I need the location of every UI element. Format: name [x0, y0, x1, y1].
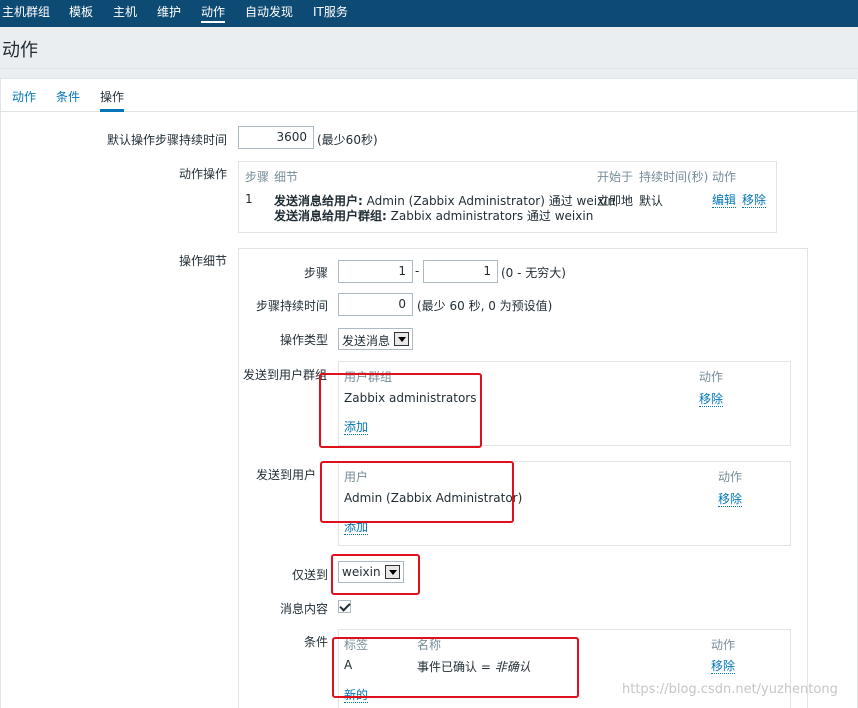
- ops-header-duration: 持续时间(秒): [639, 170, 709, 184]
- step-from-input[interactable]: 1: [338, 260, 413, 283]
- ops-header-start: 开始于: [597, 170, 634, 184]
- nav-maintenance[interactable]: 维护: [157, 4, 181, 20]
- tab-operations[interactable]: 操作: [100, 88, 125, 112]
- ops-row-detail-2: 发送消息给用户群组: Zabbix administrators 通过 weix…: [274, 207, 593, 224]
- ops-header-action: 动作: [712, 170, 737, 184]
- nav-host-groups[interactable]: 主机群组: [2, 4, 50, 20]
- ops-row-duration: 默认: [639, 194, 664, 208]
- tab-action[interactable]: 动作: [12, 88, 36, 105]
- ops-detail-2-label: 发送消息给用户群组:: [274, 209, 387, 223]
- send-only-to-label: 仅送到: [292, 568, 329, 582]
- operation-details-label: 操作细节: [179, 254, 228, 268]
- step-separator: -: [415, 264, 420, 278]
- ops-edit-link[interactable]: 编辑: [712, 193, 737, 208]
- nav-discovery[interactable]: 自动发现: [245, 4, 293, 20]
- ops-header-detail: 细节: [274, 170, 299, 184]
- message-content-checkbox[interactable]: [338, 600, 351, 613]
- group-remove-link[interactable]: 移除: [699, 392, 724, 407]
- tab-bar: 动作 条件 操作: [1, 79, 858, 112]
- users-header-action: 动作: [718, 470, 743, 484]
- highlight-conditions: [332, 637, 579, 698]
- step-duration-input[interactable]: 0: [338, 293, 413, 316]
- user-remove-link[interactable]: 移除: [718, 492, 743, 507]
- ops-row-step: 1: [245, 192, 253, 206]
- highlight-send-only: [331, 554, 420, 595]
- step-duration-hint: (最少 60 秒, 0 为预设值): [417, 299, 553, 313]
- nav-actions[interactable]: 动作: [201, 4, 226, 23]
- operation-type-select[interactable]: 发送消息: [338, 328, 413, 350]
- operations-table: 步骤 细节 开始于 持续时间(秒) 动作 1 发送消息给用户: Admin (Z…: [238, 161, 777, 233]
- ops-row-start: 立即地: [597, 194, 634, 208]
- cond-remove-link[interactable]: 移除: [711, 659, 736, 674]
- message-content-label: 消息内容: [280, 602, 329, 616]
- conditions-label: 条件: [304, 635, 329, 649]
- highlight-groups: [319, 373, 482, 448]
- highlight-users: [320, 461, 514, 523]
- page-title: 动作: [2, 40, 38, 61]
- nav-it-services[interactable]: IT服务: [313, 4, 348, 20]
- watermark: https://blog.csdn.net/yuzhentong: [622, 682, 838, 697]
- groups-header-action: 动作: [699, 370, 724, 384]
- action-operations-label: 动作操作: [179, 167, 228, 181]
- chevron-down-icon: [394, 332, 409, 346]
- nav-hosts[interactable]: 主机: [113, 4, 137, 20]
- step-to-input[interactable]: 1: [423, 260, 498, 283]
- cond-header-action: 动作: [711, 638, 736, 652]
- operation-type-value: 发送消息: [342, 334, 391, 348]
- page-header: 动作: [0, 27, 858, 69]
- send-to-groups-label: 发送到用户群组: [243, 368, 328, 382]
- default-step-duration-label: 默认操作步骤持续时间: [107, 133, 228, 147]
- ops-header-step: 步骤: [245, 170, 270, 184]
- top-navigation: 主机群组 模板 主机 维护 动作 自动发现 IT服务: [0, 0, 858, 27]
- main-panel: 动作 条件 操作 默认操作步骤持续时间 3600 (最少60秒) 动作操作 步骤…: [0, 78, 858, 708]
- step-hint: (0 - 无穷大): [501, 266, 566, 280]
- step-duration-label: 步骤持续时间: [256, 299, 329, 313]
- default-step-duration-input[interactable]: 3600: [238, 126, 314, 149]
- ops-detail-1-text: Admin (Zabbix Administrator) 通过 weixin: [362, 194, 616, 208]
- nav-templates[interactable]: 模板: [69, 4, 93, 20]
- ops-detail-1-label: 发送消息给用户:: [274, 194, 363, 208]
- operation-type-label: 操作类型: [280, 333, 329, 347]
- ops-remove-link[interactable]: 移除: [742, 193, 767, 208]
- tab-conditions[interactable]: 条件: [56, 88, 80, 105]
- send-to-users-label: 发送到用户: [256, 468, 317, 482]
- steps-label: 步骤: [304, 266, 329, 280]
- ops-detail-2-text: Zabbix administrators 通过 weixin: [386, 209, 594, 223]
- default-step-duration-hint: (最少60秒): [317, 133, 378, 147]
